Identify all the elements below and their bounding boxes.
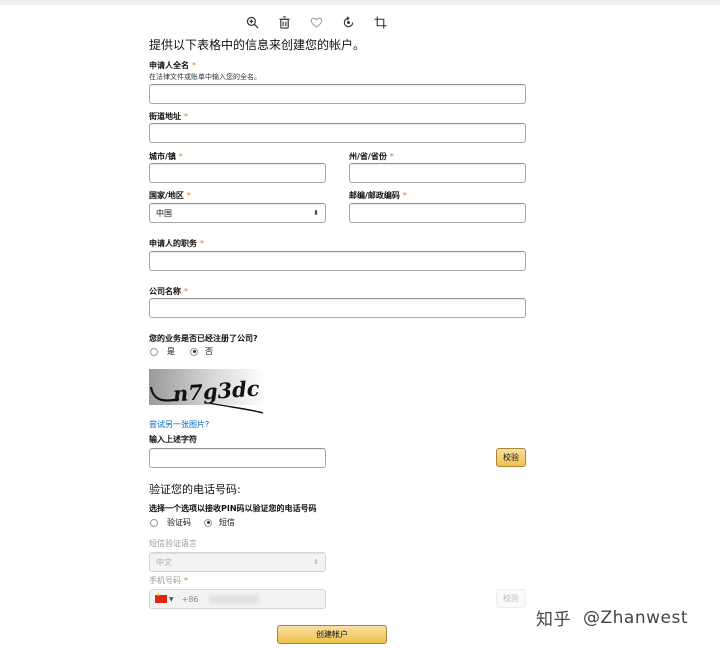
phone-country-code: +86 (181, 594, 199, 604)
phone-number-redacted (208, 594, 259, 604)
phone-method-options: 验证码 短信 (150, 517, 235, 528)
radio-yes-label: 是 (167, 347, 175, 356)
china-flag-icon[interactable] (155, 592, 167, 603)
zhihu-watermark: 知乎 @Zhanwest (536, 605, 688, 631)
form-intro: 提供以下表格中的信息来创建您的帐户。 (149, 38, 366, 52)
image-toolbar (236, 12, 396, 32)
sms-language-value: 中文 (156, 557, 172, 567)
viewer-top-bar (0, 0, 720, 5)
captcha-verify-button[interactable]: 校验 (496, 448, 526, 467)
postal-label: 邮编/邮政编码 * (349, 191, 407, 200)
captcha-input-label: 输入上述字符 (149, 435, 197, 444)
country-select-value: 中国 (156, 208, 172, 218)
state-label: 州/省/省份 * (349, 152, 394, 161)
company-input[interactable] (149, 298, 526, 318)
phone-method-label: 选择一个选项以接收PIN码以验证您的电话号码 (149, 504, 317, 513)
country-label: 国家/地区 * (149, 191, 191, 200)
job-title-label: 申请人的职务 * (149, 239, 204, 248)
radio-sms-label: 短信 (219, 518, 235, 527)
sms-language-label: 短信验证语言 (149, 539, 197, 548)
captcha-input[interactable] (149, 448, 326, 468)
state-input[interactable] (349, 163, 526, 183)
heart-icon[interactable] (300, 12, 332, 32)
full-name-label: 申请人全名 * (149, 61, 196, 70)
crop-icon[interactable] (364, 12, 396, 32)
company-label: 公司名称 * (149, 287, 188, 296)
select-arrows-icon: ⬍ (313, 557, 319, 566)
country-select[interactable]: 中国 ⬍ (149, 203, 326, 223)
trash-icon[interactable] (268, 12, 300, 32)
captcha-retry-link[interactable]: 尝试另一张图片? (149, 419, 209, 430)
phone-label: 手机号码 * (149, 576, 188, 585)
watermark-user: @Zhanwest (583, 607, 688, 628)
radio-no-label: 否 (205, 347, 213, 356)
street-label: 街道地址 * (149, 112, 188, 121)
business-question-label: 您的业务是否已经注册了公司? (149, 334, 258, 343)
phone-section-title: 验证您的电话号码: (149, 483, 241, 496)
full-name-hint: 在法律文件或账单中输入您的全名。 (149, 73, 261, 81)
city-input[interactable] (149, 163, 326, 183)
business-options: 是 否 (150, 346, 213, 357)
radio-yes[interactable] (150, 347, 158, 356)
full-name-input[interactable] (149, 84, 526, 104)
watermark-site: 知乎 (536, 610, 571, 630)
radio-voice-code[interactable] (150, 518, 158, 527)
radio-no[interactable] (190, 347, 198, 356)
zoom-in-icon[interactable] (236, 12, 268, 32)
captcha-image: n7g3dc (149, 369, 266, 415)
city-label: 城市/镇 * (149, 152, 183, 161)
create-account-button[interactable]: 创建帐户 (277, 625, 387, 644)
sms-language-select: 中文 ⬍ (149, 552, 326, 572)
phone-input[interactable]: ▼ +86 (149, 589, 326, 609)
caret-down-icon: ▼ (169, 595, 174, 603)
phone-verify-button: 校验 (496, 589, 526, 608)
job-title-input[interactable] (149, 251, 526, 271)
street-input[interactable] (149, 123, 526, 143)
radio-sms[interactable] (204, 518, 212, 527)
postal-input[interactable] (349, 203, 526, 223)
select-arrows-icon: ⬍ (313, 208, 319, 217)
radio-voice-code-label: 验证码 (167, 518, 191, 527)
rotate-icon[interactable] (332, 12, 364, 32)
